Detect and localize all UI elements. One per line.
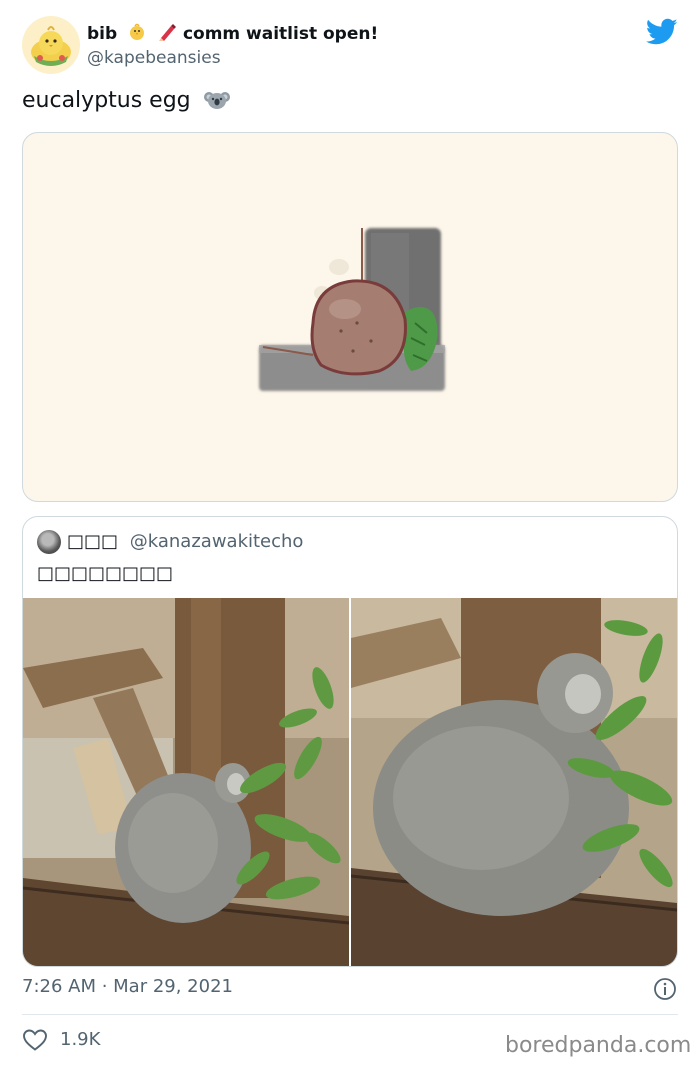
site-watermark: boredpanda.com [505,1033,692,1058]
display-name-suffix: comm waitlist open! [182,24,379,44]
user-avatar[interactable] [22,16,80,74]
koala-emoji [203,89,230,117]
tweet-header: bib comm waitlist open! @kapebeansies [0,0,700,80]
chick-emoji [127,22,147,47]
quoted-handle[interactable]: @kanazawakitecho [130,531,304,552]
quoted-photos [23,598,677,966]
tweet-text: eucalyptus egg [22,88,230,117]
quoted-meta: □□□ @kanazawakitecho [67,531,303,552]
action-divider [22,1014,678,1015]
tweet-text-content: eucalyptus egg [22,88,191,113]
quoted-display-name[interactable]: □□□ [67,531,118,552]
quoted-tweet[interactable]: □□□ @kanazawakitecho □□□□□□□□ [22,516,678,967]
display-name[interactable]: bib comm waitlist open! [87,22,378,47]
koala-photo-2[interactable] [351,598,677,966]
info-icon[interactable] [653,977,677,1001]
like-count[interactable]: 1.9K [60,1029,100,1050]
quoted-text: □□□□□□□□ [37,563,174,584]
heart-icon[interactable] [22,1028,48,1052]
display-name-text: bib [87,24,118,44]
attached-illustration[interactable] [22,132,678,502]
crayon-emoji [157,22,177,47]
quoted-user-avatar[interactable] [37,530,61,554]
user-handle[interactable]: @kapebeansies [87,48,221,68]
koala-photo-1[interactable] [23,598,349,966]
twitter-bird-icon[interactable] [645,18,678,46]
tweet-timestamp[interactable]: 7:26 AM · Mar 29, 2021 [22,976,233,997]
